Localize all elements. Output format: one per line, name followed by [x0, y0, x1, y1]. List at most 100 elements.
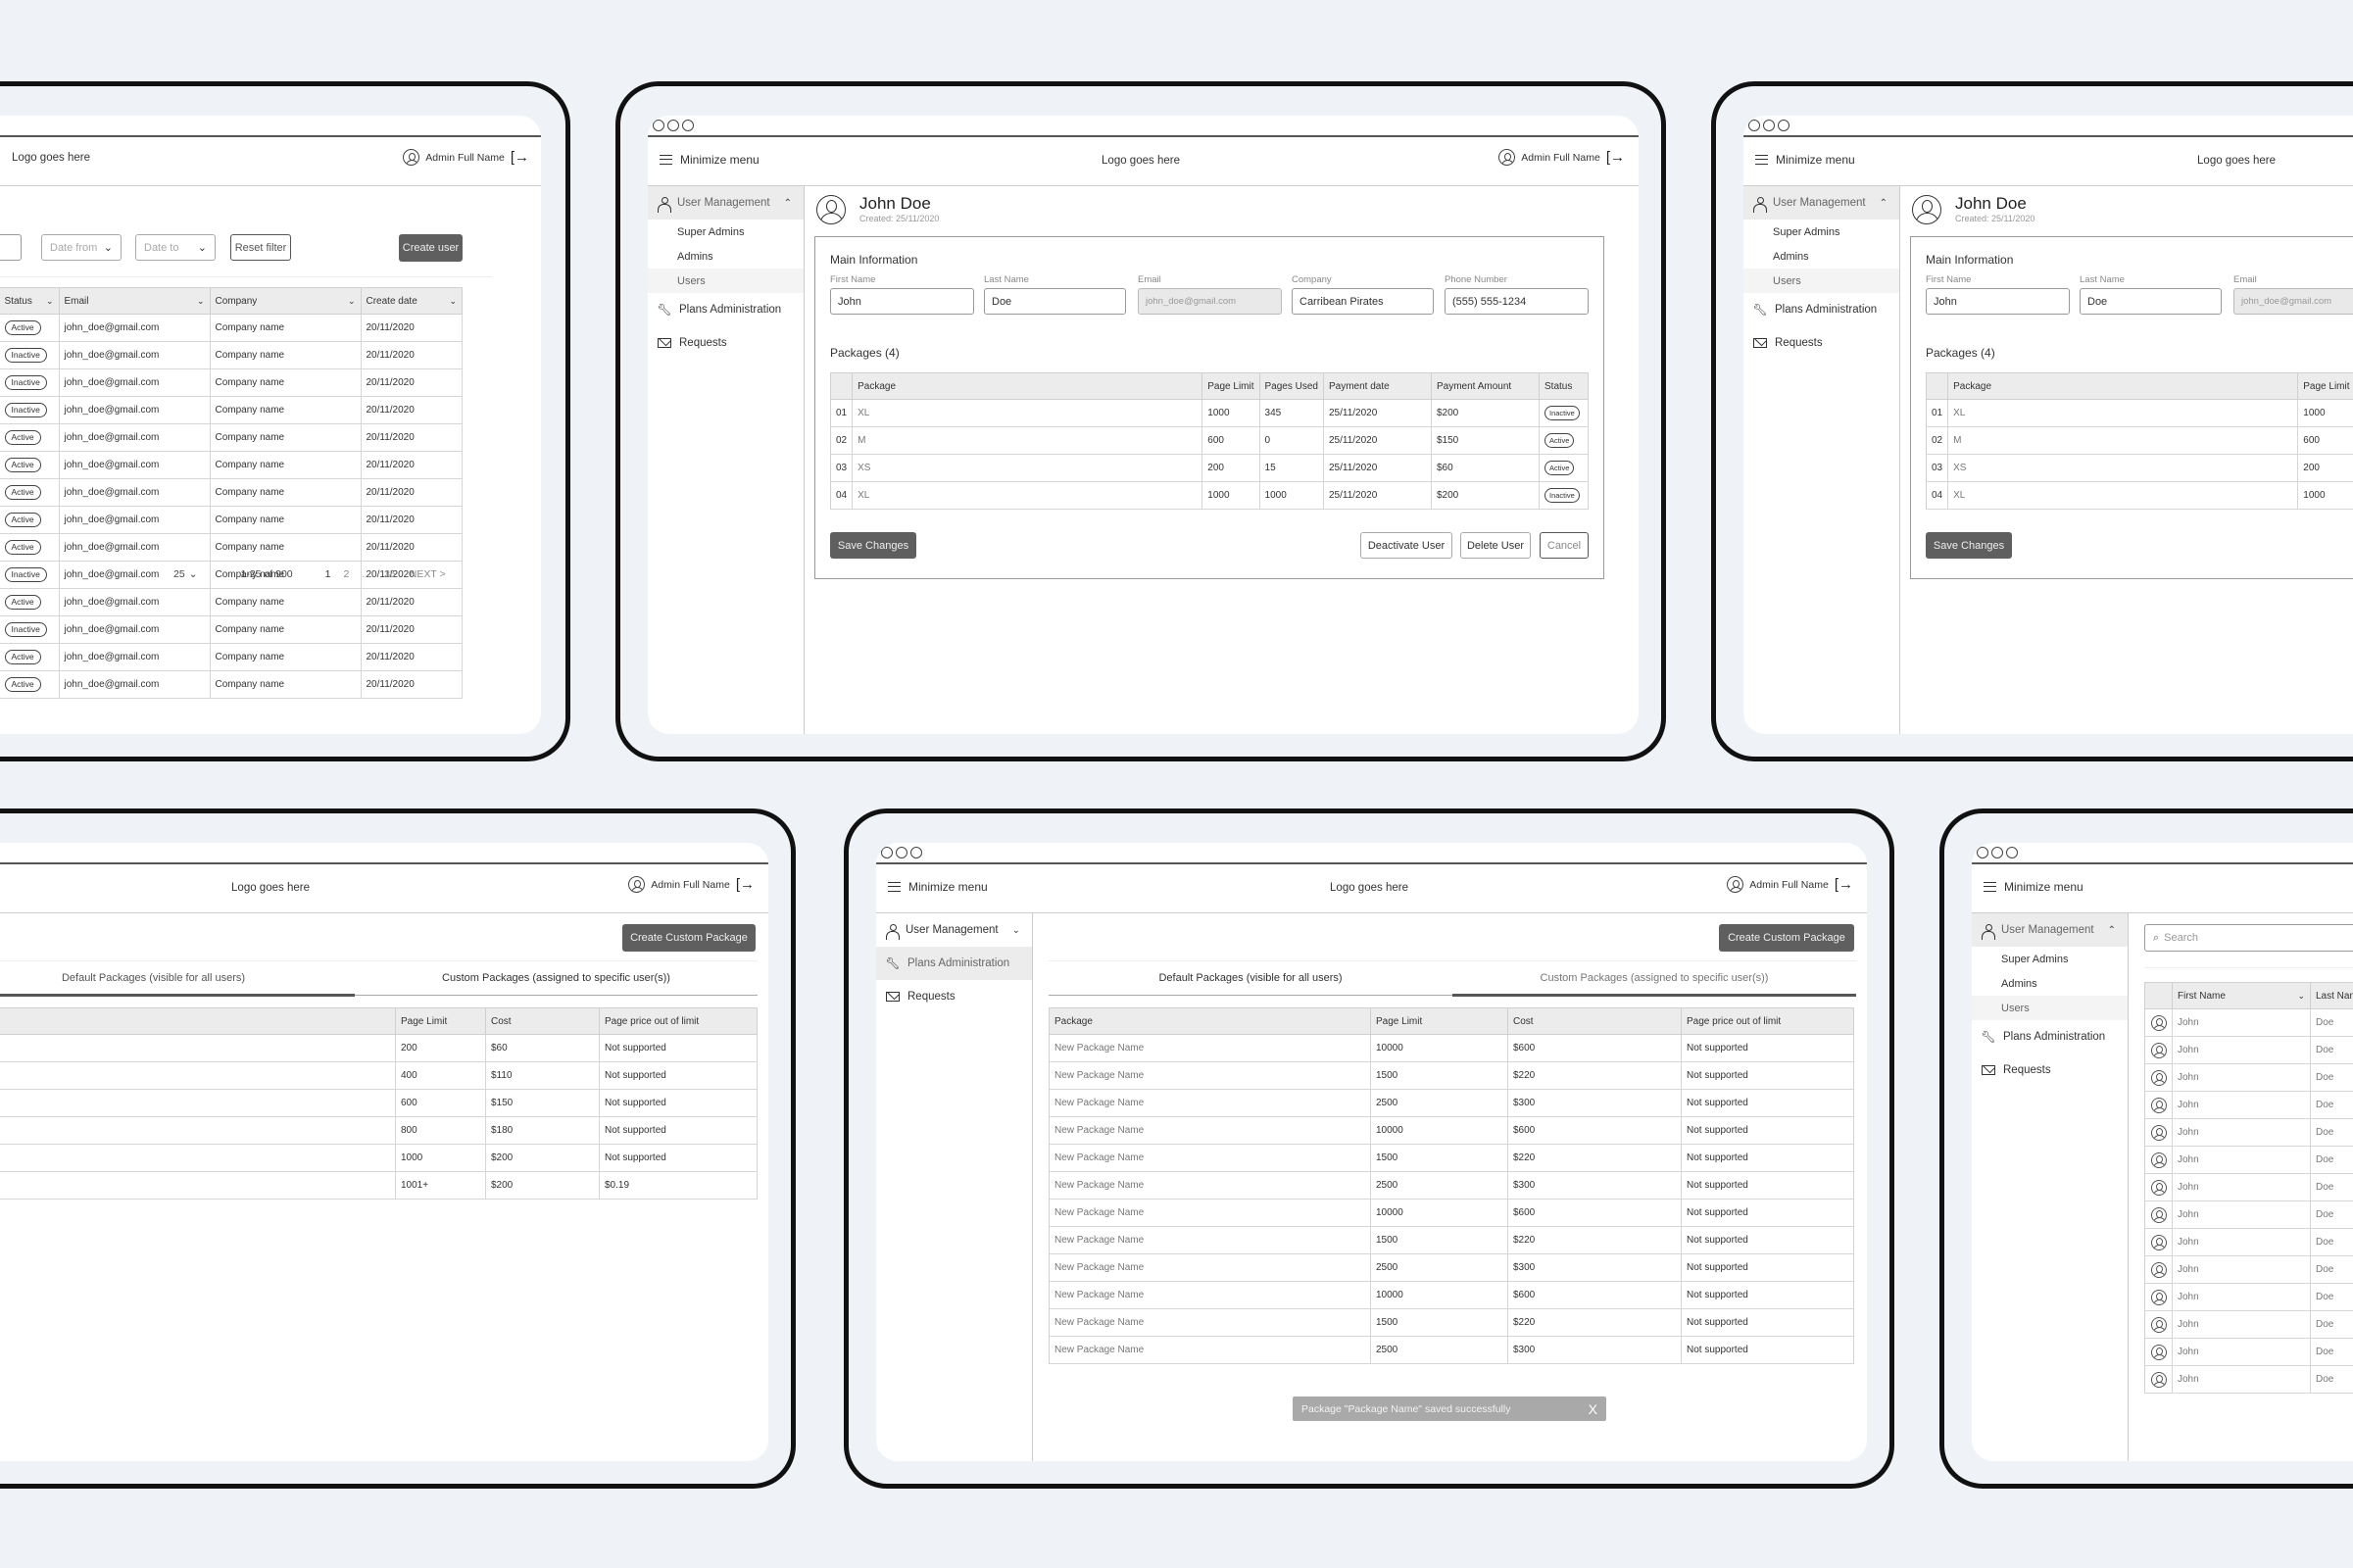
user-row[interactable]: John Doe — [2144, 1365, 2353, 1394]
package-row[interactable]: New Package Name 2500 $300 Not supported — [1049, 1336, 1854, 1364]
close-icon[interactable]: X — [1589, 1401, 1597, 1417]
user-row[interactable]: John Doe — [2144, 1036, 2353, 1064]
window-control-icon[interactable] — [1748, 120, 1760, 131]
tab-custom-packages[interactable]: Custom Packages (assigned to specific us… — [355, 961, 758, 995]
table-row[interactable]: Inactive john_doe@gmail.com Company name 20… — [0, 368, 463, 397]
sidebar-item-super-admins[interactable]: Super Admins — [1972, 947, 2128, 971]
package-row[interactable]: 02M600025/11/2020$150 Active — [829, 426, 1589, 455]
table-row[interactable]: Active john_doe@gmail.com Company name 20/1… — [0, 670, 463, 699]
package-row[interactable]: New Package Name 10000 $600 Not supported — [1049, 1034, 1854, 1062]
user-row[interactable]: John Doe — [2144, 1091, 2353, 1119]
page-link[interactable]: 1 — [325, 568, 331, 580]
package-row[interactable]: New Package Name 10000 $600 Not supported — [1049, 1116, 1854, 1145]
user-row[interactable]: John Doe — [2144, 1146, 2353, 1174]
column-header-company[interactable]: Company ⌄ — [209, 287, 362, 315]
logout-icon[interactable]: [→ — [1835, 877, 1853, 892]
window-control-icon[interactable] — [1763, 120, 1775, 131]
package-row[interactable]: 03XS2001525/11/2020$60Active — [1925, 454, 2353, 482]
sidebar-item-super-admins[interactable]: Super Admins — [1743, 220, 1899, 244]
package-row[interactable]: New Package Name 1500 $220 Not supported — [1049, 1226, 1854, 1254]
admin-account[interactable]: Admin Full Name [→ — [628, 876, 755, 893]
logout-icon[interactable]: [→ — [1606, 150, 1625, 165]
package-row[interactable]: New Package Name 10000 $600 Not supported — [1049, 1281, 1854, 1309]
sidebar-item-plans-administration[interactable]: 🔧︎ Plans Administration — [1743, 293, 1899, 326]
save-changes-button[interactable]: Save Changes — [830, 532, 916, 559]
sidebar-item-requests[interactable]: Requests — [876, 980, 1032, 1013]
table-row[interactable]: Active john_doe@gmail.com Company name 20/1… — [0, 478, 463, 507]
window-control-icon[interactable] — [2006, 847, 2018, 858]
minimize-menu-button[interactable]: Minimize menu — [1755, 153, 1855, 167]
tab-default-packages[interactable]: Default Packages (visible for all users) — [1049, 961, 1452, 995]
column-header-email[interactable]: Email ⌄ — [58, 287, 211, 315]
first-name-field[interactable]: John — [830, 288, 974, 315]
search-input[interactable]: ⌕ Search — [2144, 924, 2353, 952]
package-row[interactable]: 04XL1000100025/11/2020$200Inactive — [829, 481, 1589, 510]
table-row[interactable]: Inactive john_doe@gmail.com Company name 20… — [0, 396, 463, 424]
sidebar-item-plans-administration[interactable]: 🔧︎ Plans Administration — [648, 293, 804, 326]
package-row[interactable]: 1000 $200 Not supported — [0, 1144, 758, 1172]
sidebar-item-user-management[interactable]: User Management ⌄ — [876, 913, 1032, 947]
table-row[interactable]: Active john_doe@gmail.com Company name 20/1… — [0, 643, 463, 671]
cancel-button[interactable]: Cancel — [1540, 532, 1589, 559]
window-control-icon[interactable] — [682, 120, 694, 131]
date-to-select[interactable]: Date to ⌄ — [135, 234, 216, 261]
window-control-icon[interactable] — [667, 120, 679, 131]
user-row[interactable]: John Doe — [2144, 1255, 2353, 1284]
sidebar-item-admins[interactable]: Admins — [648, 244, 804, 269]
package-row[interactable]: New Package Name 2500 $300 Not supported — [1049, 1089, 1854, 1117]
delete-user-button[interactable]: Delete User — [1460, 532, 1531, 559]
table-row[interactable]: Active john_doe@gmail.com Company name 20/1… — [0, 588, 463, 616]
sidebar-item-requests[interactable]: Requests — [1972, 1054, 2128, 1087]
table-row[interactable]: Active john_doe@gmail.com Company name 20/1… — [0, 423, 463, 452]
logout-icon[interactable]: [→ — [736, 877, 755, 892]
sidebar-item-user-management[interactable]: User Management ⌃ — [1743, 186, 1899, 220]
reset-filter-button[interactable]: Reset filter — [230, 234, 291, 261]
company-field[interactable]: Carribean Pirates — [1292, 288, 1434, 315]
package-row[interactable]: 01XL100034525/11/2020$200Inactive — [829, 399, 1589, 427]
create-user-button[interactable]: Create user — [399, 234, 463, 262]
date-from-select[interactable]: Date from ⌄ — [41, 234, 122, 261]
table-row[interactable]: Inactive john_doe@gmail.com Company name 20… — [0, 341, 463, 369]
user-row[interactable]: John Doe — [2144, 1118, 2353, 1147]
package-row[interactable]: New Package Name 10000 $600 Not supported — [1049, 1199, 1854, 1227]
package-row[interactable]: 200 $60 Not supported — [0, 1034, 758, 1062]
package-row[interactable]: 400 $110 Not supported — [0, 1061, 758, 1090]
deactivate-user-button[interactable]: Deactivate User — [1360, 532, 1452, 559]
table-row[interactable]: Inactive john_doe@gmail.com Company name 20… — [0, 615, 463, 644]
window-control-icon[interactable] — [896, 847, 907, 858]
package-row[interactable]: New Package Name 2500 $300 Not supported — [1049, 1171, 1854, 1200]
sidebar-item-admins[interactable]: Admins — [1972, 971, 2128, 996]
sidebar-item-users[interactable]: Users — [648, 269, 804, 293]
window-control-icon[interactable] — [910, 847, 922, 858]
column-header-last-name[interactable]: Last Nam — [2310, 982, 2353, 1009]
last-name-field[interactable]: Doe — [2080, 288, 2222, 315]
user-row[interactable]: John Doe — [2144, 1338, 2353, 1366]
window-control-icon[interactable] — [1977, 847, 1988, 858]
sidebar-item-requests[interactable]: Requests — [1743, 326, 1899, 360]
column-header-create-date[interactable]: Create date ⌄ — [360, 287, 463, 315]
minimize-menu-button[interactable]: Minimize menu — [1984, 880, 2083, 894]
admin-account[interactable]: Admin Full Name [→ — [403, 149, 529, 166]
sidebar-item-users[interactable]: Users — [1972, 996, 2128, 1020]
sidebar-item-plans-administration[interactable]: 🔧︎ Plans Administration — [876, 947, 1032, 980]
table-row[interactable]: Active john_doe@gmail.com Company name 20/1… — [0, 506, 463, 534]
column-header-status[interactable]: Status ⌄ — [0, 287, 60, 315]
user-row[interactable]: John Doe — [2144, 1228, 2353, 1256]
sidebar-item-plans-administration[interactable]: 🔧︎ Plans Administration — [1972, 1020, 2128, 1054]
phone-number-field[interactable]: (555) 555-1234 — [1445, 288, 1589, 315]
per-page-select[interactable]: 25 ⌄ — [173, 568, 198, 580]
column-header-first-name[interactable]: First Name ⌄ — [2172, 982, 2311, 1009]
minimize-menu-button[interactable]: Minimize menu — [888, 880, 988, 894]
sidebar-item-user-management[interactable]: User Management ⌃ — [1972, 913, 2128, 947]
package-row[interactable]: 1001+ $200 $0.19 — [0, 1171, 758, 1200]
sidebar-item-super-admins[interactable]: Super Admins — [648, 220, 804, 244]
tab-custom-packages[interactable]: Custom Packages (assigned to specific us… — [1452, 961, 1856, 997]
create-custom-package-button[interactable]: Create Custom Package — [622, 924, 756, 952]
package-row[interactable]: 01XL100034525/11/2020$200Inactive — [1925, 399, 2353, 427]
window-control-icon[interactable] — [1991, 847, 2003, 858]
admin-account[interactable]: Admin Full Name [→ — [1727, 876, 1853, 893]
user-row[interactable]: John Doe — [2144, 1200, 2353, 1229]
page-link[interactable]: 35 — [384, 568, 396, 580]
sidebar-item-user-management[interactable]: User Management ⌃ — [648, 186, 804, 220]
last-name-field[interactable]: Doe — [984, 288, 1126, 315]
